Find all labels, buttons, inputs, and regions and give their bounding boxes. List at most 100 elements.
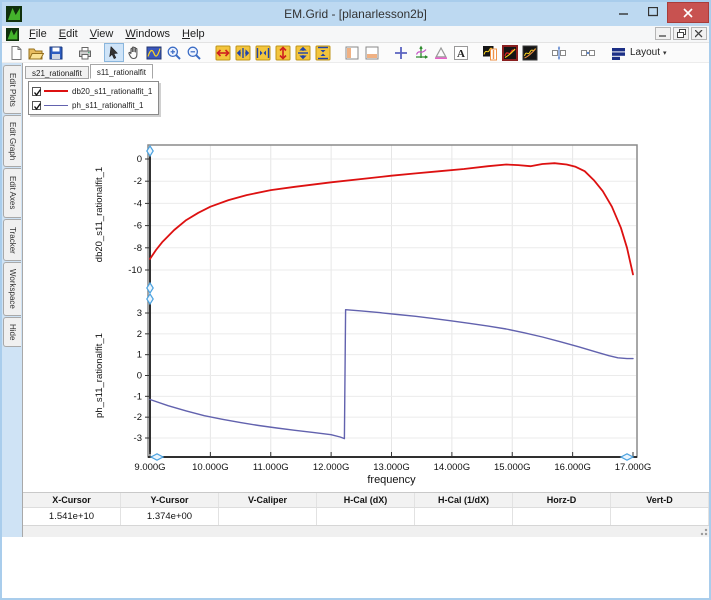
tab-s11_rationalfit[interactable]: s11_rationalfit (90, 64, 153, 79)
menu-view[interactable]: View (84, 27, 120, 41)
document-icon (6, 28, 19, 41)
graph-slider-button[interactable] (480, 43, 500, 62)
close-button[interactable] (667, 2, 709, 23)
sidebar-tab-tracker[interactable]: Tracker (3, 219, 21, 261)
sidebar-tab-workspace[interactable]: Workspace (3, 262, 21, 316)
sidebar-tab-edit-axes[interactable]: Edit Axes (3, 168, 21, 218)
status-value-v-caliper (219, 508, 317, 525)
panel-vertical-button[interactable] (342, 43, 362, 62)
sidebar-tab-edit-graph[interactable]: Edit Graph (3, 115, 21, 167)
graph-dual-button[interactable] (520, 43, 540, 62)
zoom-in-icon (166, 45, 182, 61)
legend-checkbox[interactable] (32, 101, 41, 110)
zoom-out-icon (186, 45, 202, 61)
y-tick-label: -6 (134, 221, 142, 232)
v-expand-button[interactable] (293, 43, 313, 62)
y-tick-label: 0 (137, 371, 142, 382)
new-file-button[interactable] (6, 43, 26, 62)
v-expand-icon (295, 45, 311, 61)
panel-horizontal-button[interactable] (362, 43, 382, 62)
legend-checkbox[interactable] (32, 87, 41, 96)
plot-canvas: 0-2-4-6-8-10db20_s11_rationalfit_13210-1… (23, 79, 709, 492)
legend-label: db20_s11_rationalfit_1 (72, 87, 152, 96)
y-tick-label: 3 (137, 308, 142, 319)
toolbar-separator (471, 52, 480, 53)
save-button[interactable] (46, 43, 66, 62)
zoom-region-button[interactable] (144, 43, 164, 62)
legend-item: db20_s11_rationalfit_1 (32, 84, 152, 98)
add-plus-button[interactable] (391, 43, 411, 62)
save-icon (48, 45, 64, 61)
pan-hand-button[interactable] (124, 43, 144, 62)
y-tick-label: -2 (134, 412, 142, 423)
axis-handle-icon[interactable] (621, 454, 633, 460)
open-folder-button[interactable] (26, 43, 46, 62)
select-arrow-icon (106, 45, 122, 61)
minimize-button[interactable] (609, 2, 638, 21)
status-header-y-cursor: Y-Cursor (121, 493, 219, 507)
x-axis-title: frequency (367, 474, 416, 486)
graph-red-icon (502, 45, 518, 61)
y-axis-title: db20_s11_rationalfit_1 (94, 167, 105, 262)
sidebar-tab-hide[interactable]: Hide (3, 317, 21, 347)
maximize-button[interactable] (638, 2, 667, 21)
app-window: EM.Grid - [planarlesson2b] FileEditViewW… (0, 0, 711, 600)
menu-edit[interactable]: Edit (53, 27, 84, 41)
menu-help[interactable]: Help (176, 27, 211, 41)
print-button[interactable] (75, 43, 95, 62)
h-fit-button[interactable] (213, 43, 233, 62)
distribute-vertical-button[interactable] (549, 43, 569, 62)
add-plus-icon (393, 45, 409, 61)
status-value-y-cursor: 1.374e+00 (121, 508, 219, 525)
x-tick-label: 12.000G (313, 462, 349, 473)
toolbar-separator (333, 52, 342, 53)
legend-label: ph_s11_rationalfit_1 (72, 101, 143, 110)
x-tick-label: 13.000G (373, 462, 409, 473)
zoom-out-button[interactable] (184, 43, 204, 62)
legend-line-sample (44, 105, 68, 106)
y-tick-label: 2 (137, 329, 142, 340)
text-label-button[interactable]: A (451, 43, 471, 62)
y-tick-label: -10 (128, 265, 142, 276)
menu-windows[interactable]: Windows (119, 27, 176, 41)
h-fit-icon (215, 45, 231, 61)
resize-grip-icon[interactable] (699, 527, 708, 536)
layout-dropdown[interactable]: Layout▾ (607, 43, 671, 62)
mdi-restore-button[interactable] (673, 27, 689, 40)
sidebar-tab-edit-plots[interactable]: Edit Plots (3, 65, 21, 114)
caliper-button[interactable] (431, 43, 451, 62)
zoom-in-button[interactable] (164, 43, 184, 62)
y-tick-label: 0 (137, 154, 142, 165)
select-arrow-button[interactable] (104, 43, 124, 62)
tracker-axes-button[interactable] (411, 43, 431, 62)
tracker-status-bar: X-CursorY-CursorV-CaliperH-Cal (dX)H-Cal… (23, 492, 709, 525)
graph-red-button[interactable] (500, 43, 520, 62)
status-value-horz-d (513, 508, 611, 525)
h-shrink-button[interactable] (253, 43, 273, 62)
axis-handle-icon[interactable] (151, 454, 163, 460)
toolbar-separator (598, 52, 607, 53)
v-fit-button[interactable] (273, 43, 293, 62)
toolbar-separator (95, 52, 104, 53)
h-expand-button[interactable] (233, 43, 253, 62)
menu-file[interactable]: File (23, 27, 53, 41)
status-header-horz-d: Horz-D (513, 493, 611, 507)
distribute-horizontal-button[interactable] (578, 43, 598, 62)
tracker-axes-icon (413, 45, 429, 61)
y-tick-label: 1 (137, 350, 142, 361)
mdi-minimize-button[interactable] (655, 27, 671, 40)
toolbar: A Layout▾ (2, 43, 709, 63)
graph-slider-icon (482, 45, 498, 61)
toolbar-separator (66, 52, 75, 53)
window-title: EM.Grid - [planarlesson2b] (2, 7, 709, 21)
status-value-h-cal-1-dx- (415, 508, 513, 525)
v-shrink-button[interactable] (313, 43, 333, 62)
toolbar-separator (204, 52, 213, 53)
status-header-v-caliper: V-Caliper (219, 493, 317, 507)
tab-s21_rationalfit[interactable]: s21_rationalfit (25, 66, 89, 79)
plot-svg[interactable]: 0-2-4-6-8-10db20_s11_rationalfit_13210-1… (23, 79, 709, 553)
caliper-icon (433, 45, 449, 61)
zoom-region-icon (146, 45, 162, 61)
mdi-close-button[interactable] (691, 27, 707, 40)
text-label-icon: A (453, 45, 469, 61)
